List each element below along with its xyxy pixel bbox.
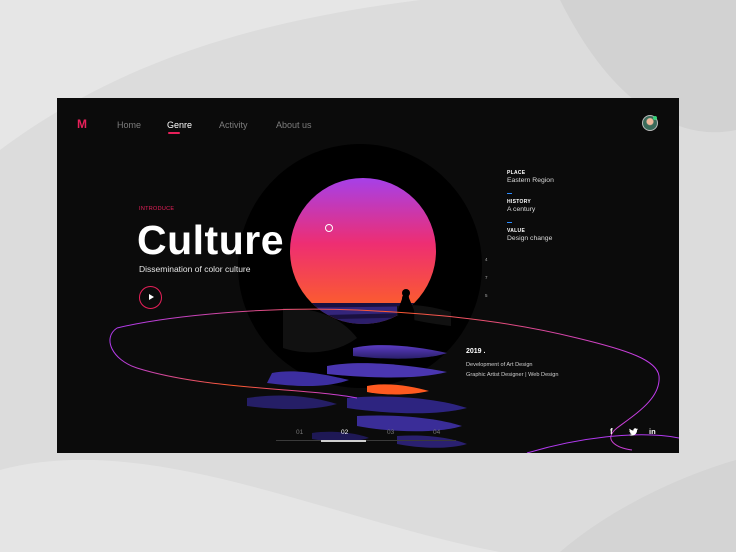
pager-active-indicator: [321, 439, 366, 442]
pager-track: [276, 440, 456, 441]
active-nav-indicator: [168, 132, 180, 134]
linkedin-icon[interactable]: in: [649, 427, 656, 436]
hero-artwork: [109, 144, 679, 453]
nav-item-genre[interactable]: Genre: [167, 120, 192, 130]
degree-ring-icon: [325, 224, 333, 232]
work-year: 2019 .: [466, 348, 486, 355]
info-history-value: A century: [507, 206, 536, 213]
info-value-value: Design change: [507, 235, 553, 242]
online-status-dot: [653, 116, 657, 120]
info-divider: [507, 193, 512, 195]
info-divider: [507, 222, 512, 224]
info-value-label: VALUE: [507, 228, 526, 234]
side-index-item: 5: [485, 293, 488, 298]
play-icon: [149, 294, 154, 300]
twitter-icon[interactable]: [629, 428, 638, 436]
facebook-icon[interactable]: f: [610, 427, 613, 436]
nav-item-home[interactable]: Home: [117, 120, 141, 130]
hero-title: Culture: [137, 217, 284, 263]
pager-item-04[interactable]: 04: [433, 429, 440, 436]
nav-item-activity[interactable]: Activity: [219, 120, 248, 130]
work-description: Development of Art Design: [466, 362, 533, 368]
info-history-label: HISTORY: [507, 199, 532, 205]
hero-subtitle: Dissemination of color culture: [139, 264, 251, 274]
side-index-item: 4: [485, 257, 488, 262]
info-place: PLACE Eastern Region: [507, 170, 554, 184]
pager-item-02[interactable]: 02: [341, 429, 348, 436]
pager-item-01[interactable]: 01: [296, 429, 303, 436]
info-place-label: PLACE: [507, 170, 526, 176]
side-index-item: 7: [485, 275, 488, 280]
info-place-value: Eastern Region: [507, 177, 554, 184]
hero-eyebrow: INTRODUCE: [139, 206, 175, 212]
website-frame: M Home Genre Activity About us INTRODUCE…: [57, 98, 679, 453]
work-roles: Graphic Artist Designer | Web Design: [466, 372, 559, 378]
info-history: HISTORY A century: [507, 199, 535, 213]
info-value-block: VALUE Design change: [507, 228, 552, 242]
play-button[interactable]: [139, 286, 162, 309]
top-navigation: M Home Genre Activity About us: [57, 98, 679, 148]
nav-item-about-us[interactable]: About us: [276, 120, 312, 130]
brand-logo[interactable]: M: [77, 117, 87, 131]
pager-item-03[interactable]: 03: [387, 429, 394, 436]
